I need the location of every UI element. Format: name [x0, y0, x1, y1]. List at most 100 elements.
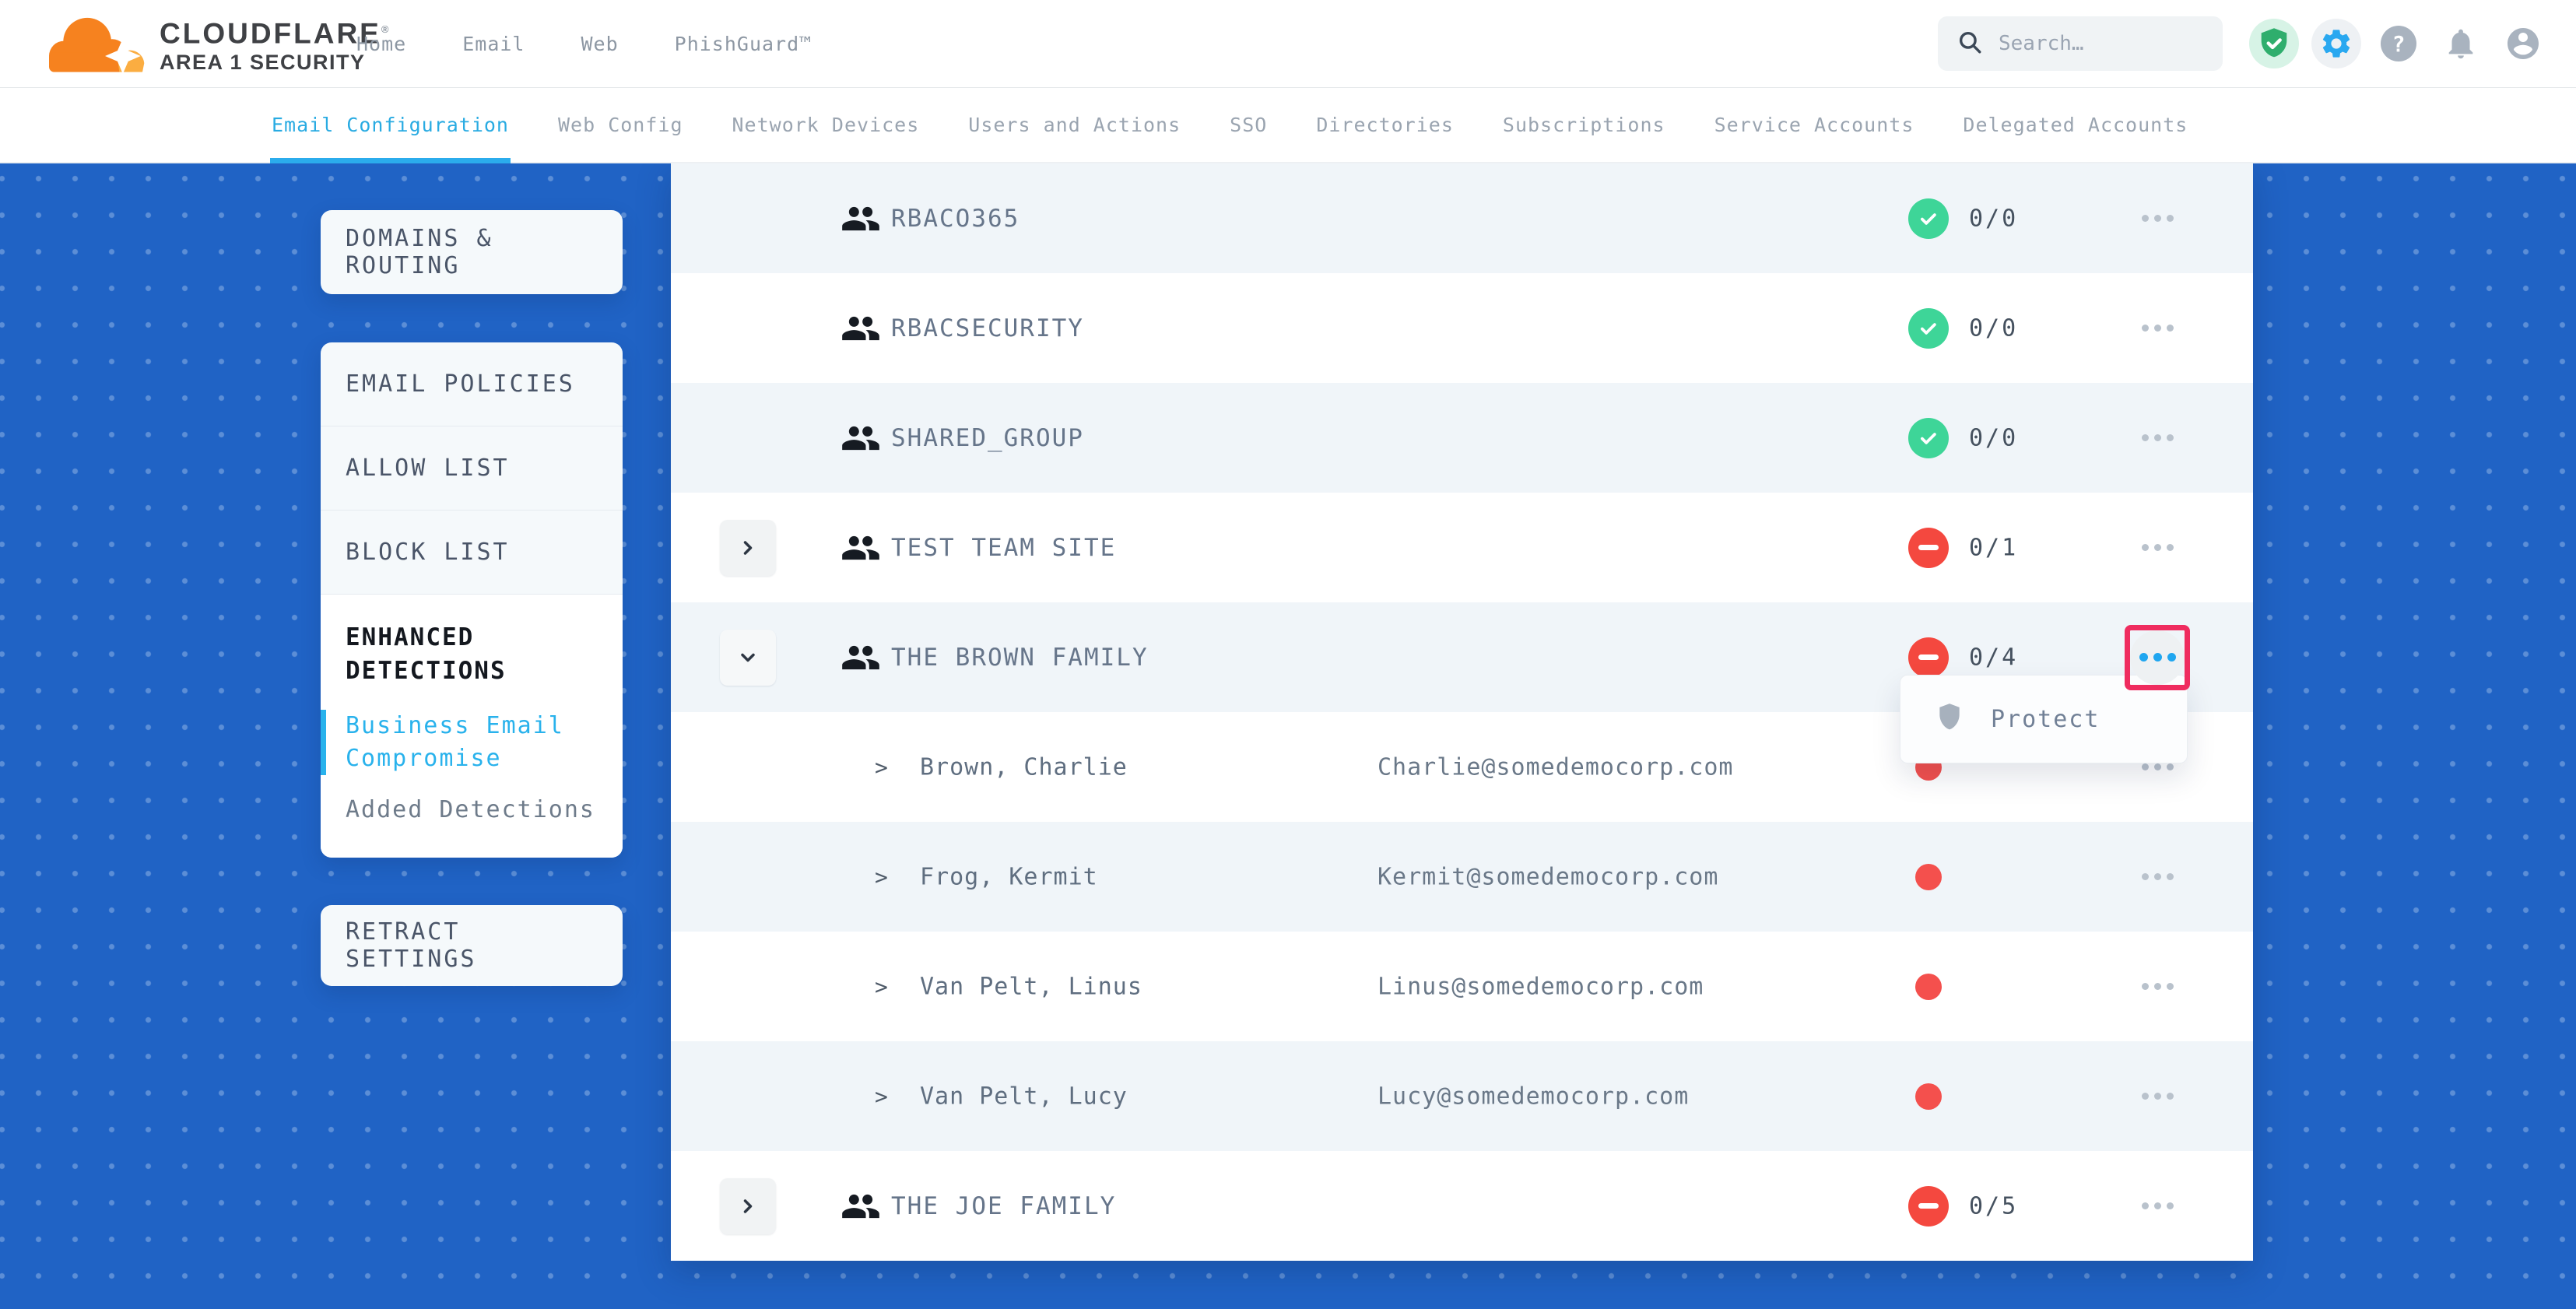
- search-box: [1938, 16, 2223, 71]
- cloudflare-logo-icon: [40, 6, 157, 81]
- top-nav-link-email[interactable]: Email: [462, 33, 525, 55]
- group-icon: [841, 418, 881, 458]
- member-chevron-icon: >: [875, 754, 888, 780]
- status-pass-icon: [1908, 418, 1949, 458]
- sidebar-item-retract-settings[interactable]: RETRACT SETTINGS: [321, 905, 623, 986]
- tab-sso[interactable]: SSO: [1230, 87, 1267, 162]
- collapse-button[interactable]: [720, 630, 776, 686]
- status-fail-dot: [1915, 974, 1942, 1000]
- tab-email-configuration[interactable]: Email Configuration: [272, 87, 509, 162]
- top-nav-link-phishguard-[interactable]: PhishGuard™: [675, 33, 812, 55]
- area1-security-app: CLOUDFLARE® AREA 1 SECURITY Home Email Web…: [0, 0, 2576, 1309]
- row-menu-button[interactable]: [2130, 1069, 2185, 1124]
- context-menu: Protect: [1900, 675, 2188, 763]
- sidebar-item-domains-routing[interactable]: DOMAINS & ROUTING: [321, 210, 623, 294]
- status-fail-dot: [1915, 864, 1942, 890]
- tab-users-and-actions[interactable]: Users and Actions: [968, 87, 1181, 162]
- group-name: RBACO365: [891, 205, 1020, 233]
- row-menu-button[interactable]: [2130, 191, 2185, 246]
- row-menu-button[interactable]: [2130, 1179, 2185, 1234]
- shield-icon: [1935, 701, 1964, 737]
- brand-text: CLOUDFLARE® AREA 1 SECURITY: [160, 14, 388, 75]
- context-menu-item-protect[interactable]: Protect: [1900, 676, 2187, 763]
- status-pass-icon: [1908, 308, 1949, 349]
- brand-name: CLOUDFLARE®: [160, 14, 388, 49]
- group-row: SHARED_GROUP 0/0: [671, 383, 2253, 493]
- tab-directories[interactable]: Directories: [1316, 87, 1454, 162]
- sidebar-item-allow-list[interactable]: ALLOW LIST: [321, 426, 623, 511]
- brand-subtitle: AREA 1 SECURITY: [160, 49, 388, 75]
- row-menu-button[interactable]: [2130, 521, 2185, 575]
- top-nav: Home Email Web PhishGuard™: [356, 0, 812, 87]
- context-menu-label: Protect: [1991, 706, 2100, 733]
- tab-web-config[interactable]: Web Config: [558, 87, 683, 162]
- group-icon: [841, 198, 881, 239]
- sidebar-item-added-detections[interactable]: Added Detections: [346, 794, 598, 826]
- row-menu-button[interactable]: [2130, 411, 2185, 465]
- tab-network-devices[interactable]: Network Devices: [732, 87, 920, 162]
- row-menu-button[interactable]: [2130, 301, 2185, 356]
- protected-count: 0/1: [1969, 534, 2018, 561]
- sidebar-item-block-list[interactable]: BLOCK LIST: [321, 511, 623, 595]
- row-menu-button[interactable]: [2130, 850, 2185, 904]
- group-row: RBACSECURITY 0/0: [671, 273, 2253, 383]
- group-name: TEST TEAM SITE: [891, 534, 1116, 562]
- group-name: RBACSECURITY: [891, 314, 1084, 342]
- top-nav-link-home[interactable]: Home: [356, 33, 406, 55]
- group-row: TEST TEAM SITE 0/1: [671, 493, 2253, 602]
- sidebar-item-email-policies[interactable]: EMAIL POLICIES: [321, 342, 623, 426]
- status-fail-icon: [1908, 1186, 1949, 1227]
- group-name: SHARED_GROUP: [891, 424, 1084, 452]
- protected-count: 0/4: [1969, 644, 2018, 671]
- protected-count: 0/5: [1969, 1192, 2018, 1220]
- group-row: RBACO365 0/0: [671, 163, 2253, 273]
- sidebar-item-business-email-compromise[interactable]: Business Email Compromise: [321, 710, 595, 775]
- top-bar: CLOUDFLARE® AREA 1 SECURITY Home Email Web…: [0, 0, 2576, 88]
- group-icon: [841, 528, 881, 568]
- member-email: Lucy@somedemocorp.com: [1377, 1083, 1689, 1110]
- group-icon: [841, 1186, 881, 1227]
- sidebar-policies-card: EMAIL POLICIESALLOW LISTBLOCK LIST ENHAN…: [321, 342, 623, 858]
- status-fail-icon: [1908, 637, 1949, 678]
- member-row: >Van Pelt, LucyLucy@somedemocorp.com: [671, 1041, 2253, 1151]
- search-icon: [1957, 29, 1983, 58]
- row-actions: [2130, 191, 2185, 246]
- row-menu-button[interactable]: [2130, 960, 2185, 1014]
- settings-gear-icon[interactable]: [2311, 19, 2361, 68]
- expand-button[interactable]: [720, 520, 776, 576]
- search-input[interactable]: [1997, 31, 2204, 56]
- member-row: >Frog, KermitKermit@somedemocorp.com: [671, 822, 2253, 932]
- sidebar-enhanced-detections-section: ENHANCED DETECTIONS Business Email Compr…: [321, 595, 623, 858]
- help-icon[interactable]: ?: [2374, 19, 2423, 68]
- row-actions: [2130, 850, 2185, 904]
- row-actions: [2130, 1179, 2185, 1234]
- sidebar-item-enhanced-detections[interactable]: ENHANCED DETECTIONS: [346, 621, 595, 688]
- row-actions: [2130, 1069, 2185, 1124]
- group-row: THE JOE FAMILY0/5: [671, 1151, 2253, 1261]
- config-tabs: Email Configuration Web Config Network Dev…: [0, 87, 2576, 163]
- group-icon: [841, 308, 881, 349]
- status-pass-icon: [1908, 198, 1949, 239]
- row-menu-button[interactable]: [2130, 630, 2185, 685]
- member-name: Van Pelt, Lucy: [920, 1083, 1128, 1110]
- protected-count: 0/0: [1969, 424, 2018, 451]
- sidebar-policy-items: EMAIL POLICIESALLOW LISTBLOCK LIST: [321, 342, 623, 595]
- member-chevron-icon: >: [875, 974, 888, 999]
- status-fail-icon: [1908, 528, 1949, 568]
- member-email: Kermit@somedemocorp.com: [1377, 863, 1718, 890]
- tab-delegated-accounts[interactable]: Delegated Accounts: [1963, 87, 2188, 162]
- protected-count: 0/0: [1969, 314, 2018, 342]
- notifications-bell-icon[interactable]: [2436, 19, 2486, 68]
- account-icon[interactable]: [2498, 19, 2548, 68]
- row-actions: [2130, 960, 2185, 1014]
- member-row: >Van Pelt, LinusLinus@somedemocorp.com: [671, 932, 2253, 1041]
- tab-service-accounts[interactable]: Service Accounts: [1714, 87, 1914, 162]
- row-actions: [2130, 301, 2185, 356]
- protected-count: 0/0: [1969, 205, 2018, 232]
- row-actions: [2130, 521, 2185, 575]
- shield-check-icon[interactable]: [2249, 19, 2299, 68]
- top-nav-link-web[interactable]: Web: [581, 33, 618, 55]
- expand-button[interactable]: [720, 1178, 776, 1234]
- tab-subscriptions[interactable]: Subscriptions: [1503, 87, 1665, 162]
- member-name: Van Pelt, Linus: [920, 973, 1142, 1000]
